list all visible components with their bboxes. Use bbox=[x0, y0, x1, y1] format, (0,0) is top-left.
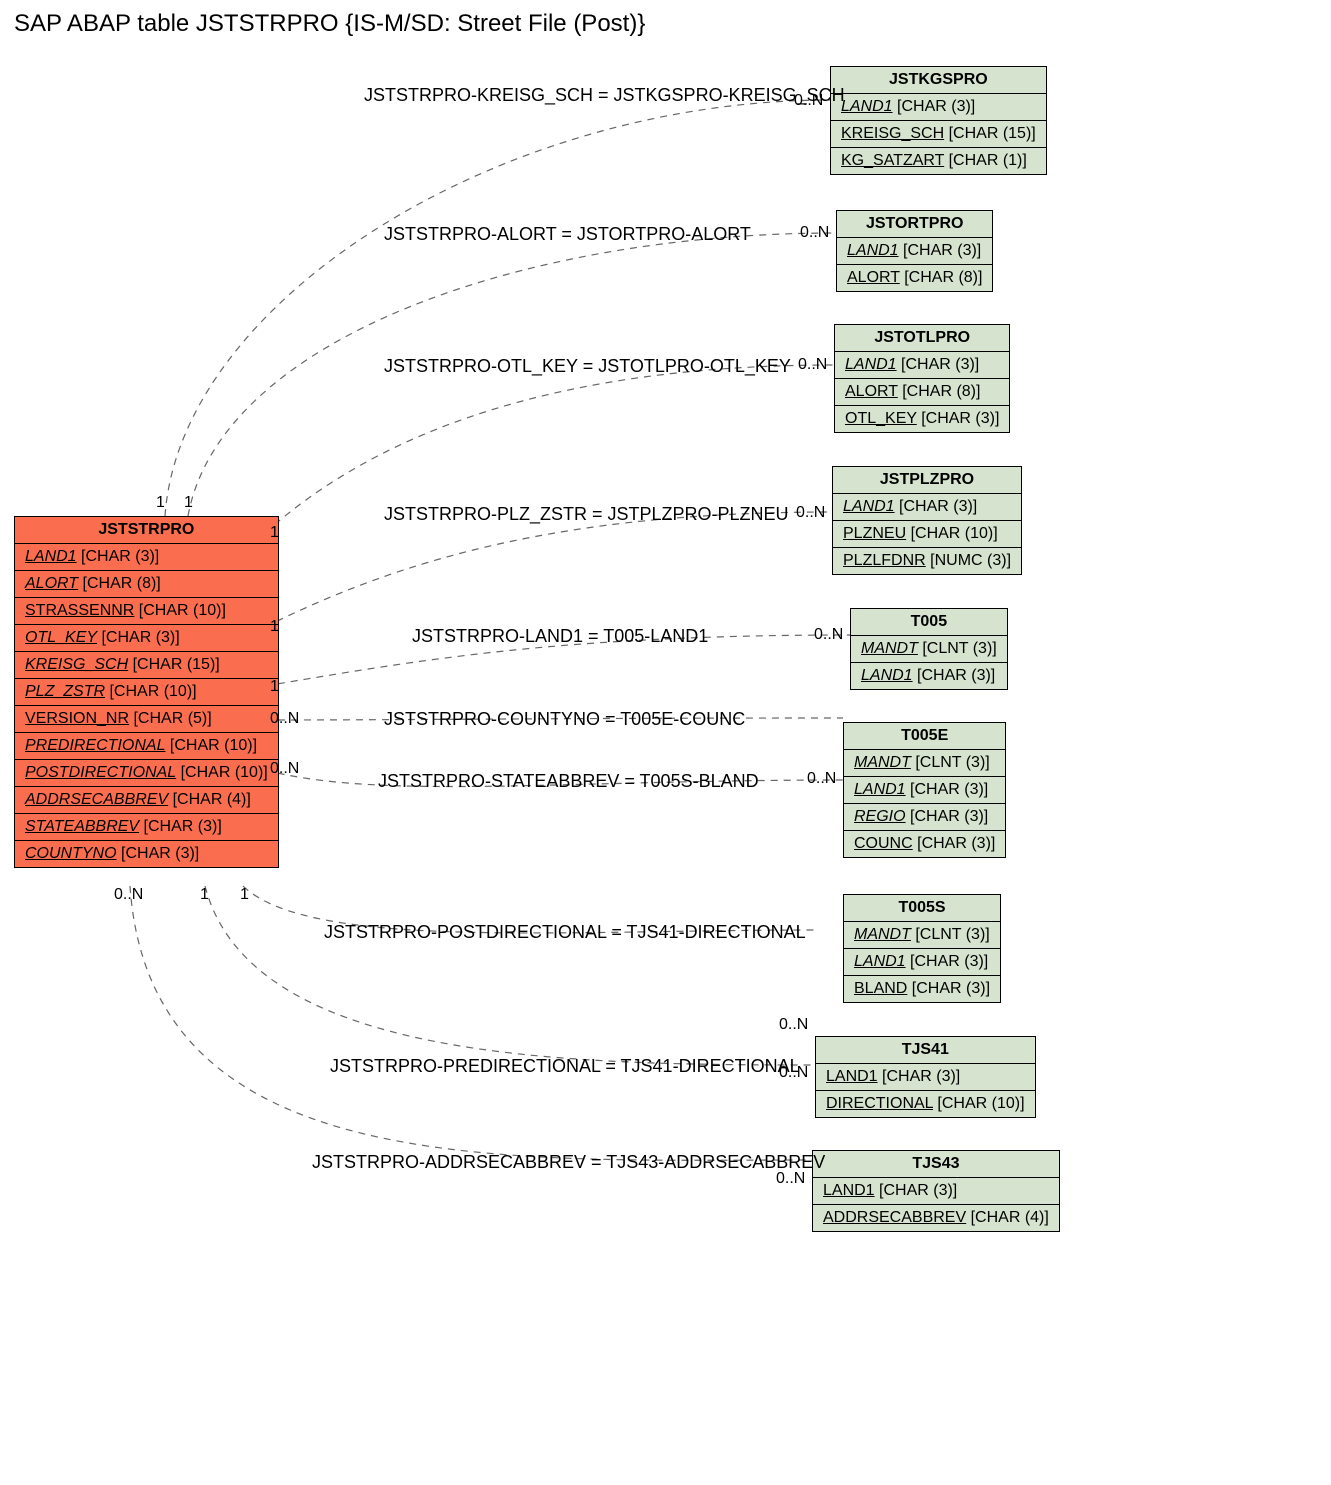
entity-header: JSTKGSPRO bbox=[831, 67, 1046, 94]
entity-field: PREDIRECTIONAL [CHAR (10)] bbox=[15, 733, 278, 760]
entity-header: JSTORTPRO bbox=[837, 211, 992, 238]
entity-field: VERSION_NR [CHAR (5)] bbox=[15, 706, 278, 733]
entity-field: MANDT [CLNT (3)] bbox=[844, 922, 1000, 949]
entity-header: T005S bbox=[844, 895, 1000, 922]
entity-header: JSTSTRPRO bbox=[15, 517, 278, 544]
edge-label: JSTSTRPRO-PREDIRECTIONAL = TJS41-DIRECTI… bbox=[330, 1056, 800, 1077]
entity-field: BLAND [CHAR (3)] bbox=[844, 976, 1000, 1002]
entity-header: T005 bbox=[851, 609, 1007, 636]
cardinality: 0..N bbox=[779, 1016, 808, 1034]
entity-field: POSTDIRECTIONAL [CHAR (10)] bbox=[15, 760, 278, 787]
cardinality: 0..N bbox=[776, 1170, 805, 1188]
entity-field: LAND1 [CHAR (3)] bbox=[831, 94, 1046, 121]
cardinality: 1 bbox=[270, 524, 279, 542]
entity-field: PLZLFDNR [NUMC (3)] bbox=[833, 548, 1021, 574]
entity-jstkgspro: JSTKGSPROLAND1 [CHAR (3)]KREISG_SCH [CHA… bbox=[830, 66, 1047, 175]
entity-header: TJS43 bbox=[813, 1151, 1059, 1178]
entity-tjs41: TJS41LAND1 [CHAR (3)]DIRECTIONAL [CHAR (… bbox=[815, 1036, 1036, 1118]
entity-field: MANDT [CLNT (3)] bbox=[851, 636, 1007, 663]
cardinality: 0..N bbox=[270, 710, 299, 728]
entity-field: KREISG_SCH [CHAR (15)] bbox=[15, 652, 278, 679]
edge-label: JSTSTRPRO-POSTDIRECTIONAL = TJS41-DIRECT… bbox=[324, 922, 806, 943]
entity-jstplzpro: JSTPLZPROLAND1 [CHAR (3)]PLZNEU [CHAR (1… bbox=[832, 466, 1022, 575]
entity-header: T005E bbox=[844, 723, 1005, 750]
entity-field: ALORT [CHAR (8)] bbox=[837, 265, 992, 291]
entity-field: LAND1 [CHAR (3)] bbox=[837, 238, 992, 265]
entity-field: LAND1 [CHAR (3)] bbox=[816, 1064, 1035, 1091]
entity-field: LAND1 [CHAR (3)] bbox=[813, 1178, 1059, 1205]
entity-field: DIRECTIONAL [CHAR (10)] bbox=[816, 1091, 1035, 1117]
entity-field: STATEABBREV [CHAR (3)] bbox=[15, 814, 278, 841]
edge-label: JSTSTRPRO-COUNTYNO = T005E-COUNC bbox=[384, 709, 745, 730]
cardinality: 0..N bbox=[779, 1064, 808, 1082]
edge-label: JSTSTRPRO-OTL_KEY = JSTOTLPRO-OTL_KEY bbox=[384, 356, 791, 377]
cardinality: 1 bbox=[156, 494, 165, 512]
entity-field: PLZNEU [CHAR (10)] bbox=[833, 521, 1021, 548]
entity-field: COUNTYNO [CHAR (3)] bbox=[15, 841, 278, 867]
cardinality: 1 bbox=[200, 886, 209, 904]
entity-field: MANDT [CLNT (3)] bbox=[844, 750, 1005, 777]
entity-field: ALORT [CHAR (8)] bbox=[15, 571, 278, 598]
entity-field: LAND1 [CHAR (3)] bbox=[844, 949, 1000, 976]
edge-label: JSTSTRPRO-ALORT = JSTORTPRO-ALORT bbox=[384, 224, 751, 245]
cardinality: 1 bbox=[270, 618, 279, 636]
entity-header: JSTOTLPRO bbox=[835, 325, 1009, 352]
entity-field: OTL_KEY [CHAR (3)] bbox=[835, 406, 1009, 432]
entity-header: TJS41 bbox=[816, 1037, 1035, 1064]
cardinality: 0..N bbox=[114, 886, 143, 904]
entity-field: LAND1 [CHAR (3)] bbox=[835, 352, 1009, 379]
cardinality: 0..N bbox=[807, 770, 836, 788]
cardinality: 0..N bbox=[798, 356, 827, 374]
edge-label: JSTSTRPRO-KREISG_SCH = JSTKGSPRO-KREISG_… bbox=[364, 85, 845, 106]
entity-t005: T005MANDT [CLNT (3)]LAND1 [CHAR (3)] bbox=[850, 608, 1008, 690]
entity-jstortpro: JSTORTPROLAND1 [CHAR (3)]ALORT [CHAR (8)… bbox=[836, 210, 993, 292]
entity-header: JSTPLZPRO bbox=[833, 467, 1021, 494]
entity-field: LAND1 [CHAR (3)] bbox=[15, 544, 278, 571]
page-title: SAP ABAP table JSTSTRPRO {IS-M/SD: Stree… bbox=[14, 10, 645, 38]
entity-field: ALORT [CHAR (8)] bbox=[835, 379, 1009, 406]
entity-field: ADDRSECABBREV [CHAR (4)] bbox=[813, 1205, 1059, 1231]
cardinality: 0..N bbox=[270, 760, 299, 778]
entity-field: LAND1 [CHAR (3)] bbox=[833, 494, 1021, 521]
entity-field: LAND1 [CHAR (3)] bbox=[851, 663, 1007, 689]
edge-label: JSTSTRPRO-PLZ_ZSTR = JSTPLZPRO-PLZNEU bbox=[384, 504, 789, 525]
entity-field: OTL_KEY [CHAR (3)] bbox=[15, 625, 278, 652]
edge-label: JSTSTRPRO-LAND1 = T005-LAND1 bbox=[412, 626, 708, 647]
entity-tjs43: TJS43LAND1 [CHAR (3)]ADDRSECABBREV [CHAR… bbox=[812, 1150, 1060, 1232]
cardinality: 1 bbox=[240, 886, 249, 904]
cardinality: 1 bbox=[270, 678, 279, 696]
cardinality: 0..N bbox=[794, 92, 823, 110]
entity-field: LAND1 [CHAR (3)] bbox=[844, 777, 1005, 804]
cardinality: 0..N bbox=[796, 504, 825, 522]
entity-jstotlpro: JSTOTLPROLAND1 [CHAR (3)]ALORT [CHAR (8)… bbox=[834, 324, 1010, 433]
entity-t005s: T005SMANDT [CLNT (3)]LAND1 [CHAR (3)]BLA… bbox=[843, 894, 1001, 1003]
entity-field: COUNC [CHAR (3)] bbox=[844, 831, 1005, 857]
entity-t005e: T005EMANDT [CLNT (3)]LAND1 [CHAR (3)]REG… bbox=[843, 722, 1006, 858]
cardinality: 0..N bbox=[800, 224, 829, 242]
entity-field: KG_SATZART [CHAR (1)] bbox=[831, 148, 1046, 174]
entity-field: ADDRSECABBREV [CHAR (4)] bbox=[15, 787, 278, 814]
cardinality: 1 bbox=[184, 494, 193, 512]
cardinality: 0..N bbox=[814, 626, 843, 644]
entity-jststrpro: JSTSTRPRO LAND1 [CHAR (3)]ALORT [CHAR (8… bbox=[14, 516, 279, 868]
entity-field: PLZ_ZSTR [CHAR (10)] bbox=[15, 679, 278, 706]
entity-field: KREISG_SCH [CHAR (15)] bbox=[831, 121, 1046, 148]
entity-field: STRASSENNR [CHAR (10)] bbox=[15, 598, 278, 625]
edge-label: JSTSTRPRO-ADDRSECABBREV = TJS43-ADDRSECA… bbox=[312, 1152, 825, 1173]
entity-field: REGIO [CHAR (3)] bbox=[844, 804, 1005, 831]
edge-label: JSTSTRPRO-STATEABBREV = T005S-BLAND bbox=[378, 771, 759, 792]
